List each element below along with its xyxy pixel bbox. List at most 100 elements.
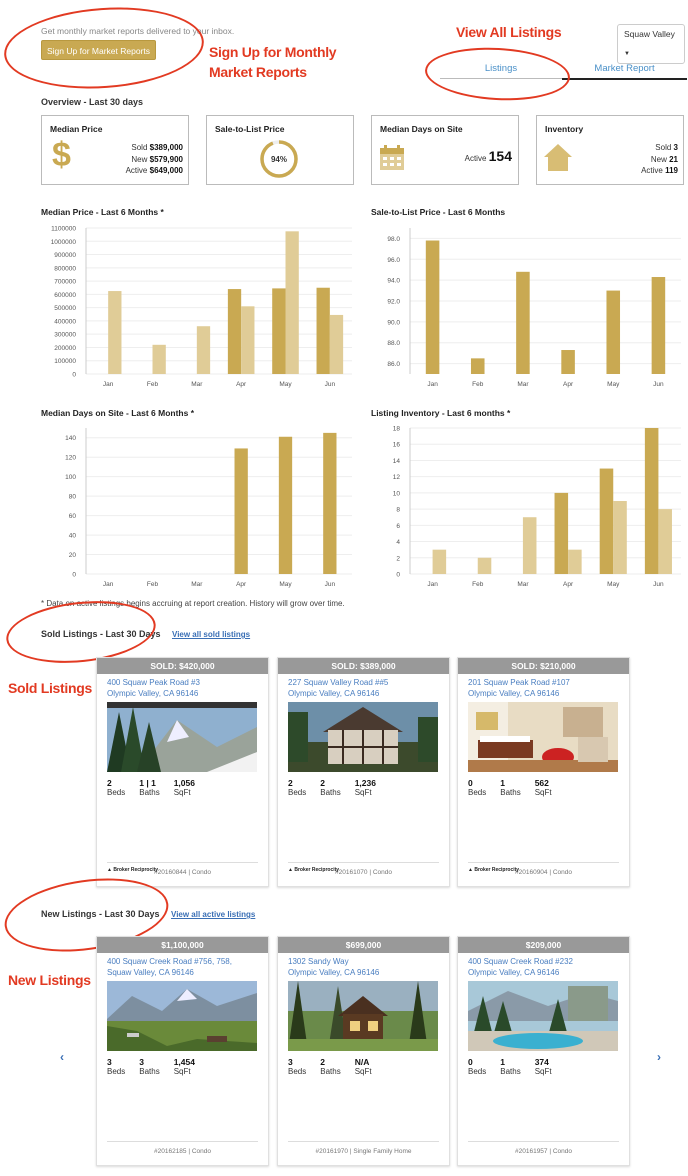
listing-address[interactable]: 400 Squaw Creek Road #756, 758, Squaw Val… — [97, 953, 268, 978]
beds-stat: 2 Beds — [107, 778, 126, 797]
y-tick-label: 98.0 — [387, 236, 400, 243]
x-tick-label: May — [279, 381, 292, 388]
bar — [108, 291, 122, 374]
listing-stats: 2 Beds 2 Baths 1,236 SqFt — [278, 772, 449, 798]
listing-card[interactable]: $1,100,000 400 Squaw Creek Road #756, 758… — [96, 936, 269, 1166]
y-tick-label: 100 — [65, 474, 76, 481]
bar — [516, 271, 530, 374]
annotation-ellipse — [423, 44, 572, 104]
bar — [272, 288, 286, 374]
view-sold-link[interactable]: View all sold listings — [172, 630, 250, 639]
location-dropdown[interactable]: Squaw Valley ▼ — [617, 24, 685, 64]
bar — [651, 277, 666, 374]
bar — [477, 557, 492, 574]
y-tick-label: 96.0 — [387, 257, 400, 264]
sale-to-list-gauge: 94% — [260, 140, 298, 178]
x-tick-label: Mar — [517, 581, 529, 588]
sqft-stat: 562 SqFt — [534, 778, 552, 797]
bar — [554, 492, 569, 574]
bar — [599, 468, 614, 574]
x-tick-label: Feb — [472, 581, 484, 588]
y-tick-label: 1100000 — [51, 226, 76, 233]
listing-address[interactable]: 201 Squaw Peak Road #107 Olympic Valley, … — [458, 674, 629, 699]
listing-photo[interactable] — [288, 981, 438, 1051]
baths-stat: 1 Baths — [500, 778, 521, 797]
listing-card[interactable]: $699,000 1302 Sandy Way Olympic Valley, CA… — [277, 936, 450, 1166]
baths-stat: 1 | 1 Baths — [139, 778, 160, 797]
x-tick-label: Apr — [563, 381, 574, 388]
chart-title: Median Price - Last 6 Months * — [41, 207, 164, 217]
bar — [561, 350, 575, 374]
y-tick-label: 700000 — [54, 279, 76, 286]
view-active-link[interactable]: View all active listings — [171, 910, 255, 919]
listing-stats: 3 Beds 3 Baths 1,454 SqFt — [97, 1051, 268, 1077]
carousel-next-icon[interactable]: › — [657, 1050, 661, 1064]
listing-stats: 0 Beds 1 Baths 374 SqFt — [458, 1051, 629, 1077]
y-tick-label: 60 — [69, 513, 77, 520]
x-tick-label: Apr — [563, 581, 574, 588]
x-tick-label: Feb — [147, 581, 159, 588]
y-tick-label: 2 — [396, 555, 400, 562]
y-tick-label: 0 — [396, 572, 400, 579]
sqft-stat: 1,056 SqFt — [173, 778, 195, 797]
listing-address[interactable]: 227 Squaw Valley Road ##5 Olympic Valley,… — [278, 674, 449, 699]
y-tick-label: 20 — [69, 552, 77, 559]
listing-address[interactable]: 400 Squaw Peak Road #3 Olympic Valley, CA… — [97, 674, 268, 699]
y-tick-label: 140 — [65, 435, 76, 442]
listing-photo[interactable] — [107, 702, 257, 772]
listing-card[interactable]: SOLD: $420,000 400 Squaw Peak Road #3 Olym… — [96, 657, 269, 887]
bar — [568, 549, 582, 574]
listing-card[interactable]: SOLD: $210,000 201 Squaw Peak Road #107 Ol… — [457, 657, 630, 887]
y-tick-label: 300000 — [54, 332, 76, 339]
bar — [470, 358, 485, 374]
y-tick-label: 400000 — [54, 318, 76, 325]
y-tick-label: 16 — [393, 442, 401, 449]
tab-market-report[interactable]: Market Report — [562, 60, 687, 80]
listing-address[interactable]: 1302 Sandy Way Olympic Valley, CA 96146 — [278, 953, 449, 978]
calendar-icon — [380, 145, 404, 170]
chart-title: Sale-to-List Price - Last 6 Months — [371, 207, 506, 217]
median-days-card: Median Days on Site Active 154 — [371, 115, 519, 185]
y-tick-label: 1000000 — [51, 239, 77, 246]
y-tick-label: 500000 — [54, 305, 76, 312]
sqft-stat: 1,454 SqFt — [173, 1057, 195, 1076]
annotation-new: New Listings — [8, 972, 91, 988]
listing-address[interactable]: 400 Squaw Creek Road #232 Olympic Valley,… — [458, 953, 629, 978]
listing-photo[interactable] — [468, 981, 618, 1051]
listing-photo[interactable] — [468, 702, 618, 772]
listing-price: SOLD: $389,000 — [278, 658, 449, 674]
y-tick-label: 90.0 — [387, 319, 400, 326]
inventory-rows: Sold 3 New 21 Active 119 — [641, 143, 678, 175]
x-tick-label: Jun — [325, 381, 336, 388]
broker-reciprocity-logo: ▲ Broker Reciprocity — [468, 867, 520, 873]
listing-card[interactable]: $209,000 400 Squaw Creek Road #232 Olympic… — [457, 936, 630, 1166]
listing-footer: #20161970 | Single Family Home — [288, 1141, 439, 1155]
bar — [152, 344, 166, 374]
house-icon — [544, 144, 572, 171]
annotation-view-all: View All Listings — [456, 24, 562, 40]
beds-stat: 3 Beds — [288, 1057, 307, 1076]
listing-footer: ▲ Broker Reciprocity #20161070 | Condo — [288, 862, 439, 876]
median-days-stat: Active 154 — [464, 148, 512, 164]
overview-title: Overview - Last 30 days — [41, 97, 144, 107]
x-tick-label: Jan — [103, 581, 114, 588]
annotation-sold: Sold Listings — [8, 680, 92, 696]
bar — [613, 501, 627, 574]
listing-photo[interactable] — [107, 981, 257, 1051]
y-tick-label: 10 — [393, 490, 401, 497]
y-tick-label: 92.0 — [387, 299, 400, 306]
y-tick-label: 94.0 — [387, 278, 400, 285]
beds-stat: 3 Beds — [107, 1057, 126, 1076]
y-tick-label: 200000 — [54, 345, 76, 352]
sqft-stat: 1,236 SqFt — [354, 778, 376, 797]
listing-photo[interactable] — [288, 702, 438, 772]
carousel-prev-icon[interactable]: ‹ — [60, 1050, 64, 1064]
x-tick-label: May — [607, 581, 620, 588]
y-tick-label: 86.0 — [387, 361, 400, 368]
listing-card[interactable]: SOLD: $389,000 227 Squaw Valley Road ##5 O… — [277, 657, 450, 887]
listing-footer: #20161957 | Condo — [468, 1141, 619, 1155]
bar — [432, 549, 447, 574]
baths-stat: 3 Baths — [139, 1057, 160, 1076]
x-tick-label: Apr — [236, 381, 247, 388]
x-tick-label: May — [279, 581, 292, 588]
